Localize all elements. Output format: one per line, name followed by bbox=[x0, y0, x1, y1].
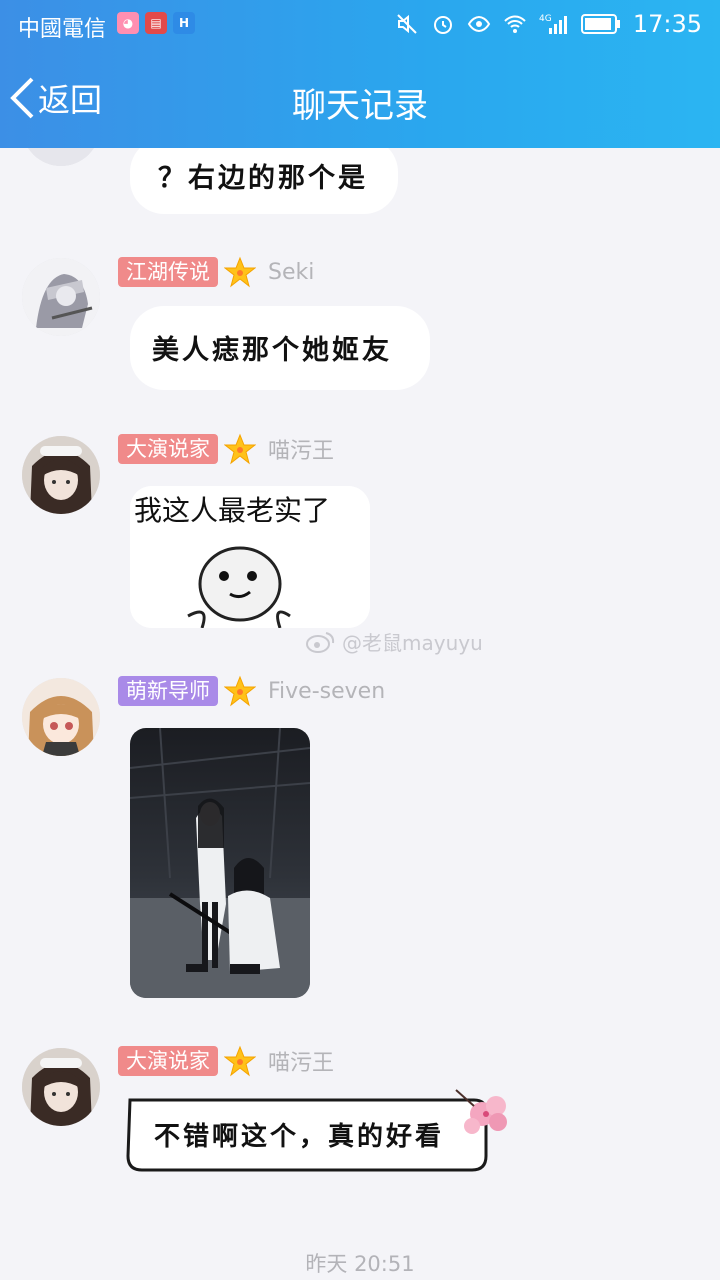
sticker-message[interactable]: 我这人最老实了 bbox=[130, 486, 370, 628]
avatar[interactable] bbox=[22, 258, 100, 336]
message-meta: 萌新导师 Five-seven bbox=[118, 675, 385, 707]
cosplay-photo bbox=[130, 728, 310, 998]
avatar[interactable] bbox=[22, 148, 100, 166]
avatar[interactable] bbox=[22, 678, 100, 756]
flower-decoration-icon bbox=[455, 1089, 507, 1134]
title-badge: 大演说家 bbox=[118, 1046, 218, 1076]
star-icon bbox=[224, 675, 256, 707]
message-text: 美人痣那个她姬友 bbox=[152, 335, 392, 366]
sticker-caption: 我这人最老实了 bbox=[134, 494, 330, 527]
clock: 17:35 bbox=[632, 10, 702, 38]
watermark-text: @老鼠mayuyu bbox=[342, 631, 483, 655]
sticker-image: 我这人最老实了 bbox=[130, 486, 370, 628]
message-text: ？右边的那个是 bbox=[158, 163, 368, 194]
alarm-icon bbox=[433, 16, 452, 34]
status-bar: 中國電信 ◕ ▤ H 4G 17:35 bbox=[0, 0, 720, 48]
carrier-label: 中國電信 bbox=[18, 17, 107, 42]
status-right: 4G 17:35 bbox=[395, 10, 702, 38]
pink-app-icon: ◕ bbox=[117, 12, 139, 34]
status-app-icons: ◕ ▤ H bbox=[117, 12, 195, 34]
chat-history[interactable]: ？右边的那个是 江湖传说 Seki 美人痣那个她姬友 大演说家 喵污王 我这人最… bbox=[0, 148, 720, 1280]
title-badge: 大演说家 bbox=[118, 434, 218, 464]
avatar[interactable] bbox=[22, 1048, 100, 1126]
message-bubble[interactable]: ？右边的那个是 bbox=[130, 148, 398, 214]
username[interactable]: 喵污王 bbox=[268, 1045, 334, 1077]
page-title: 聊天记录 bbox=[292, 86, 428, 126]
message-bubble[interactable]: 美人痣那个她姬友 bbox=[130, 306, 430, 390]
mute-icon bbox=[397, 14, 417, 34]
message-text: 不错啊这个，真的好看 bbox=[154, 1122, 445, 1152]
star-icon bbox=[224, 256, 256, 288]
message-meta: 江湖传说 Seki bbox=[118, 256, 314, 288]
message-meta: 大演说家 喵污王 bbox=[118, 433, 334, 465]
wifi-icon bbox=[504, 15, 526, 33]
battery-icon bbox=[580, 14, 620, 34]
star-icon bbox=[224, 433, 256, 465]
message-meta: 大演说家 喵污王 bbox=[118, 1045, 334, 1077]
timestamp: 昨天 20:51 bbox=[305, 1252, 415, 1276]
svg-text:4G: 4G bbox=[539, 14, 552, 24]
title-badge: 江湖传说 bbox=[118, 257, 218, 287]
watermark: @老鼠mayuyu bbox=[306, 627, 483, 656]
message-bubble[interactable]: 不错啊这个，真的好看 bbox=[124, 1089, 507, 1176]
avatar[interactable] bbox=[22, 436, 100, 514]
signal-4g-icon: 4G bbox=[539, 14, 567, 34]
username[interactable]: Five-seven bbox=[268, 679, 385, 704]
book-app-icon: ▤ bbox=[145, 12, 167, 34]
hi-app-icon: H bbox=[173, 12, 195, 34]
eye-icon bbox=[467, 15, 490, 33]
image-message[interactable] bbox=[130, 728, 310, 998]
weibo-icon bbox=[306, 631, 335, 653]
star-icon bbox=[224, 1045, 256, 1077]
username[interactable]: Seki bbox=[268, 260, 314, 285]
title-badge: 萌新导师 bbox=[118, 676, 218, 706]
nav-bar: 返回 聊天记录 bbox=[0, 48, 720, 148]
username[interactable]: 喵污王 bbox=[268, 433, 334, 465]
